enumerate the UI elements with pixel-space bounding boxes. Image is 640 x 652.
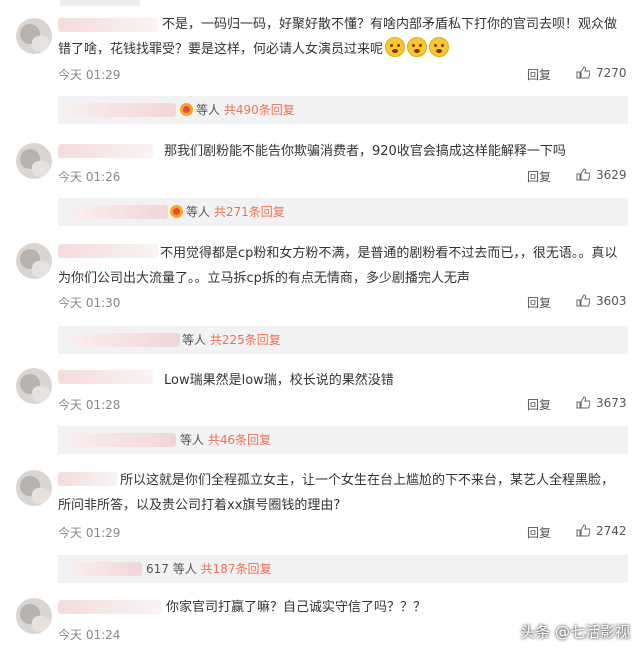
reply-button[interactable]: 回复 <box>527 524 551 541</box>
like-button[interactable]: 3673 <box>576 396 627 410</box>
reply-button[interactable]: 回复 <box>527 396 551 413</box>
view-replies-link[interactable]: 共46条回复 <box>208 433 271 447</box>
avatar[interactable] <box>16 368 52 404</box>
vip-badge-icon <box>170 205 183 218</box>
like-button[interactable]: 2742 <box>576 524 627 538</box>
sub-reply-bar[interactable]: 617 等人 共187条回复 <box>58 555 628 583</box>
vip-badge-icon <box>180 103 193 116</box>
comment-time: 今天 01:28 <box>58 398 121 412</box>
cropped-header <box>60 0 140 6</box>
view-replies-link[interactable]: 共271条回复 <box>214 205 285 219</box>
view-replies-link[interactable]: 共187条回复 <box>201 562 272 576</box>
reply-button[interactable]: 回复 <box>527 294 551 311</box>
view-replies-link[interactable]: 共490条回复 <box>224 103 295 117</box>
like-count: 2742 <box>596 524 627 538</box>
watermark: 头条 @七活影视 <box>520 623 630 641</box>
sub-reply-bar[interactable]: 等人 共225条回复 <box>58 326 628 354</box>
comment-text: 所以这就是你们全程孤立女主，让一个女生在台上尴尬的下不来台，某艺人全程黑脸，所问… <box>58 473 615 513</box>
comment-text: 你家官司打赢了嘛？自己诚实守信了吗？？？ <box>166 600 427 615</box>
emoji-faces <box>383 37 450 66</box>
like-count: 7270 <box>596 66 627 80</box>
thumbs-up-icon <box>576 294 590 307</box>
like-button[interactable]: 3629 <box>576 168 627 182</box>
comment-text: Low瑞果然是low瑞，校长说的果然没错 <box>164 373 394 388</box>
thumbs-up-icon <box>576 168 590 181</box>
comment-time: 今天 01:29 <box>58 526 121 540</box>
avatar[interactable] <box>16 143 52 179</box>
sub-reply-bar[interactable]: 等人 共490条回复 <box>58 96 628 124</box>
thumbs-up-icon <box>576 396 590 409</box>
emoji-face-icon <box>407 37 428 57</box>
sub-reply-bar[interactable]: 等人 共46条回复 <box>58 426 628 454</box>
avatar[interactable] <box>16 243 52 279</box>
like-button[interactable]: 3603 <box>576 294 627 308</box>
emoji-face-icon <box>385 37 406 57</box>
avatar[interactable] <box>16 18 52 54</box>
emoji-face-icon <box>429 37 450 57</box>
sub-reply-bar[interactable]: 等人 共271条回复 <box>58 198 628 226</box>
comment-text: 不用觉得都是cp粉和女方粉不满，是普通的剧粉看不过去而已，，很无语。。真以为你们… <box>58 246 618 286</box>
thumbs-up-icon <box>576 66 590 79</box>
like-count: 3629 <box>596 168 627 182</box>
reply-button[interactable]: 回复 <box>527 168 551 185</box>
reply-button[interactable]: 回复 <box>527 66 551 83</box>
view-replies-link[interactable]: 共225条回复 <box>210 333 281 347</box>
thumbs-up-icon <box>576 524 590 537</box>
comment-time: 今天 01:30 <box>58 296 121 310</box>
like-count: 3673 <box>596 396 627 410</box>
comment-text: 不是，一码归一码，好聚好散不懂？有啥内部矛盾私下打你的官司去呗！观众做错了啥，花… <box>58 12 623 66</box>
avatar[interactable] <box>16 598 52 634</box>
comment-time: 今天 01:29 <box>58 68 121 82</box>
like-count: 3603 <box>596 294 627 308</box>
comment-text: 那我们剧粉能不能告你欺骗消费者，920收官会搞成这样能解释一下吗 <box>164 144 566 159</box>
avatar[interactable] <box>16 470 52 506</box>
comment-time: 今天 01:26 <box>58 170 121 184</box>
comment-time: 今天 01:24 <box>58 628 121 642</box>
like-button[interactable]: 7270 <box>576 66 627 80</box>
